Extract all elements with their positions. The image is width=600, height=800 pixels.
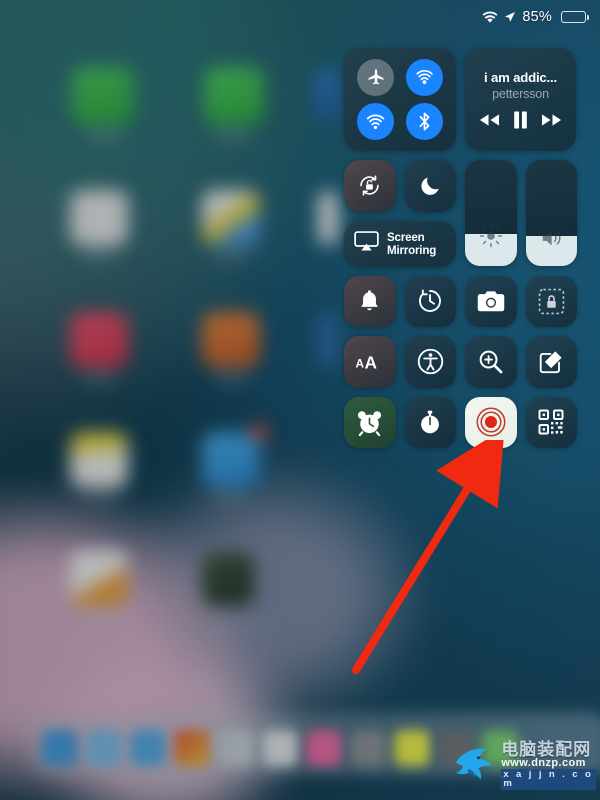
screen-recording-button[interactable] — [465, 396, 517, 448]
control-center-row-top: i am addic... pettersson — [344, 48, 576, 151]
wifi-icon — [366, 114, 385, 129]
notes-compose-icon — [540, 351, 562, 373]
qr-code-icon — [538, 409, 564, 435]
silent-mode-button[interactable] — [344, 275, 396, 327]
watermark-url-secondary: x a j j n . c o m — [501, 768, 596, 790]
airdrop-button[interactable] — [406, 58, 443, 96]
screen-mirroring-button[interactable]: Screen Mirroring — [344, 220, 456, 267]
wifi-button[interactable] — [357, 103, 394, 141]
mini-toggle-pair — [344, 160, 456, 212]
alarm-button[interactable] — [344, 396, 396, 448]
stopwatch-icon — [421, 410, 440, 434]
play-pause-button[interactable] — [513, 111, 528, 129]
qr-code-reader-button[interactable] — [525, 396, 577, 448]
camera-button[interactable] — [465, 275, 517, 327]
timer-gauge-icon — [419, 289, 442, 313]
site-watermark: 电脑装配网 www.dnzp.com x a j j n . c o m — [451, 736, 596, 794]
battery-percentage: 85% — [522, 9, 552, 25]
camera-icon — [477, 291, 505, 312]
lock-dashed-icon — [538, 288, 565, 315]
quick-toggles-grid: A A — [344, 275, 577, 448]
airdrop-icon — [416, 69, 433, 84]
volume-slider[interactable] — [525, 160, 578, 266]
rotation-lock-button[interactable] — [344, 160, 396, 212]
magnifier-button[interactable] — [465, 336, 517, 388]
text-size-icon: A A — [355, 352, 377, 372]
accessibility-icon — [417, 349, 443, 375]
connectivity-module — [344, 48, 456, 151]
speaker-icon — [526, 227, 578, 249]
fast-forward-icon — [541, 114, 562, 126]
airplane-icon — [368, 69, 383, 85]
shark-logo-icon — [455, 748, 493, 780]
airplane-mode-button[interactable] — [357, 58, 394, 96]
status-bar: 85% — [0, 0, 600, 34]
pause-icon — [514, 111, 527, 129]
now-playing-module[interactable]: i am addic... pettersson — [465, 48, 576, 151]
screen-time-button[interactable] — [404, 275, 456, 327]
notes-button[interactable] — [525, 336, 577, 388]
magnifier-icon — [479, 350, 503, 374]
control-center-row-middle: Screen Mirroring — [344, 160, 577, 267]
rotation-lock-icon — [360, 175, 380, 196]
airplay-screen-icon — [354, 230, 379, 257]
stopwatch-button[interactable] — [404, 396, 456, 448]
record-icon — [476, 407, 506, 437]
accessibility-button[interactable] — [404, 336, 456, 388]
fast-forward-button[interactable] — [541, 113, 562, 127]
wifi-icon — [482, 11, 498, 24]
bell-icon — [361, 290, 379, 311]
control-center-panel: i am addic... pettersson Screen Mirrorin… — [344, 48, 577, 448]
rewind-button[interactable] — [479, 113, 500, 127]
screen-mirroring-label: Screen Mirroring — [387, 230, 437, 257]
battery-icon — [558, 11, 589, 23]
location-arrow-icon — [504, 11, 516, 23]
now-playing-transport-controls — [479, 111, 562, 129]
brightness-icon — [465, 224, 517, 248]
watermark-text: 电脑装配网 www.dnzp.com x a j j n . c o m — [501, 741, 596, 790]
do-not-disturb-button[interactable] — [404, 160, 456, 212]
orientation-dnd-mirroring-stack: Screen Mirroring — [344, 160, 456, 267]
bluetooth-icon — [419, 112, 430, 131]
bluetooth-button[interactable] — [406, 103, 443, 141]
watermark-chinese: 电脑装配网 — [501, 739, 592, 759]
sliders-group — [465, 160, 577, 267]
guided-access-button[interactable] — [525, 275, 577, 327]
svg-text:A: A — [364, 352, 377, 372]
moon-icon — [421, 177, 439, 196]
rewind-icon — [479, 114, 500, 126]
watermark-url: www.dnzp.com — [501, 756, 586, 769]
now-playing-artist: pettersson — [492, 87, 549, 102]
now-playing-title: i am addic... — [484, 70, 557, 86]
alarm-clock-icon — [358, 410, 382, 436]
svg-text:A: A — [355, 356, 364, 370]
brightness-slider[interactable] — [465, 160, 517, 266]
text-size-button[interactable]: A A — [344, 336, 396, 388]
